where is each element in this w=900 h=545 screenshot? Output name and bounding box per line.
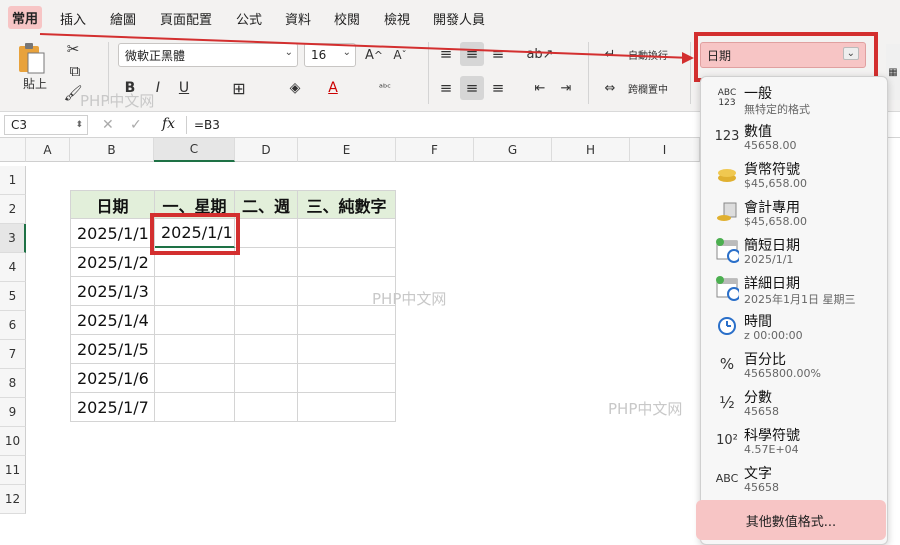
menu-item-sample: 2025/1/1 <box>744 253 794 266</box>
menu-item-sample: 45658 <box>744 405 779 418</box>
number-icon: 123 <box>714 128 740 144</box>
text-icon: ABC <box>715 471 739 485</box>
menu-item-sample: $45,658.00 <box>744 215 807 228</box>
format-percentage[interactable]: % 百分比 4565800.00% <box>701 345 887 383</box>
format-accounting[interactable]: 會計專用 $45,658.00 <box>701 193 887 231</box>
menu-item-label: 百分比 <box>744 352 786 368</box>
arrow-head <box>682 52 694 64</box>
fraction-icon: ½ <box>719 392 735 412</box>
format-short-date[interactable]: 簡短日期 2025/1/1 <box>701 231 887 269</box>
menu-item-sample: 無特定的格式 <box>744 103 810 116</box>
format-number[interactable]: 123 數值 45658.00 <box>701 117 887 155</box>
menu-item-label: 時間 <box>744 314 772 330</box>
menu-item-label: 科學符號 <box>744 428 800 444</box>
general-icon: ABC 123 <box>717 88 737 108</box>
format-scientific[interactable]: 10² 科學符號 4.57E+04 <box>701 421 887 459</box>
format-long-date[interactable]: 詳細日期 2025年1月1日 星期三 <box>701 269 887 307</box>
menu-item-sample: 4.57E+04 <box>744 443 799 456</box>
menu-item-label: 一般 <box>744 86 772 102</box>
menu-item-sample: 45658.00 <box>744 139 797 152</box>
menu-item-label: 會計專用 <box>744 200 800 216</box>
format-time[interactable]: 時間 z 00:00:00 <box>701 307 887 345</box>
menu-item-label: 詳細日期 <box>744 276 800 292</box>
menu-item-label: 簡短日期 <box>744 238 800 254</box>
menu-item-sample: $45,658.00 <box>744 177 807 190</box>
menu-item-label: 貨幣符號 <box>744 162 800 178</box>
arrow-line <box>39 33 693 59</box>
menu-item-label: 數值 <box>744 124 772 140</box>
scientific-icon: 10² <box>716 432 738 448</box>
calendar-icon <box>715 275 739 301</box>
menu-item-sample: 2025年1月1日 星期三 <box>744 293 856 306</box>
menu-item-label: 分數 <box>744 390 772 406</box>
coins-icon <box>715 161 739 187</box>
menu-item-sample: 45658 <box>744 481 779 494</box>
more-number-formats-button[interactable]: 其他數值格式... <box>696 500 886 540</box>
clock-icon <box>715 313 739 339</box>
number-format-menu: ABC 123 一般 無特定的格式 123 數值 45658.00 貨幣符號 $4… <box>700 76 888 545</box>
format-general[interactable]: ABC 123 一般 無特定的格式 <box>701 79 887 117</box>
calendar-icon <box>715 237 739 263</box>
menu-item-label: 文字 <box>744 466 772 482</box>
menu-item-sample: 4565800.00% <box>744 367 821 380</box>
calculator-coins-icon <box>715 199 739 225</box>
percent-icon: % <box>719 355 735 373</box>
format-text[interactable]: ABC 文字 45658 <box>701 459 887 497</box>
menu-item-sample: z 00:00:00 <box>744 329 803 342</box>
format-currency[interactable]: 貨幣符號 $45,658.00 <box>701 155 887 193</box>
format-fraction[interactable]: ½ 分數 45658 <box>701 383 887 421</box>
